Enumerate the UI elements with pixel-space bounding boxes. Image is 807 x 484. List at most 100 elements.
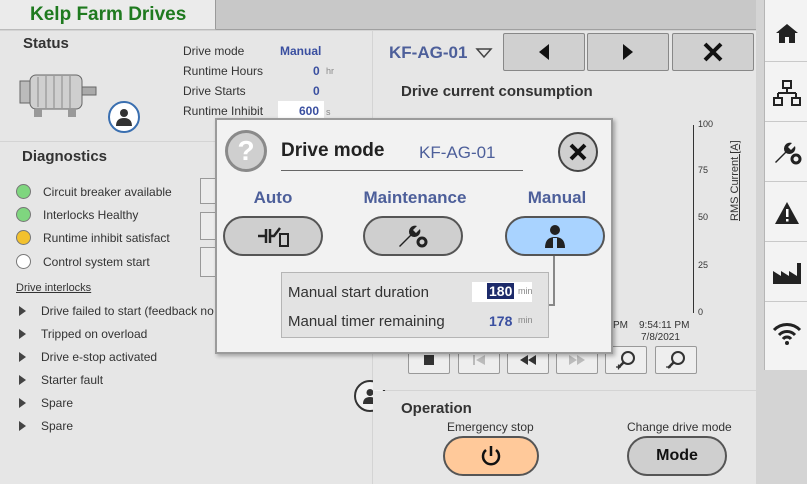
diag-reset-button[interactable]: [200, 212, 216, 240]
x-tick: PM: [613, 320, 628, 331]
skip-start-icon: [473, 355, 485, 365]
auto-mode-button[interactable]: [223, 216, 323, 256]
drive-mode-label: Drive mode: [183, 44, 245, 58]
sidebar-item-home[interactable]: [765, 4, 807, 62]
chevron-down-icon: [475, 48, 494, 59]
sidebar-item-wireless[interactable]: [765, 304, 807, 362]
drive-mode-dialog: ? Drive mode KF-AG-01 Auto Maintenance M…: [215, 118, 613, 354]
manual-timer-value: 178: [489, 313, 513, 329]
top-bar: [216, 0, 756, 30]
sidebar-item-maintenance[interactable]: [765, 124, 807, 182]
manual-mode-indicator: [108, 101, 140, 133]
sidebar-item-plant[interactable]: [765, 244, 807, 302]
interlock-item[interactable]: Starter fault: [16, 373, 103, 387]
home-icon: [775, 23, 798, 43]
status-light: [16, 184, 31, 199]
chart-title: Drive current consumption: [401, 83, 593, 100]
zoom-out-icon: [666, 351, 685, 369]
interlock-label: Drive e-stop activated: [41, 350, 158, 364]
manual-start-duration-field[interactable]: 180 min: [472, 282, 533, 302]
expand-arrow-icon: [19, 421, 26, 431]
zoom-out-button[interactable]: [655, 346, 697, 374]
diag-label: Interlocks Healthy: [43, 207, 139, 222]
drive-id: KF-AG-01: [389, 43, 468, 62]
interlock-item[interactable]: Drive failed to start (feedback no: [16, 304, 214, 318]
change-mode-label: Change drive mode: [627, 420, 732, 434]
runtime-inhibit-value: 600: [299, 104, 320, 118]
x-tick: 7/8/2021: [641, 332, 680, 343]
change-mode-button[interactable]: Mode: [627, 436, 727, 476]
expand-arrow-icon: [19, 398, 26, 408]
sidebar-nav: [764, 0, 807, 370]
mode-label-auto: Auto: [253, 188, 293, 207]
status-title: Status: [23, 35, 69, 52]
diag-reset-button[interactable]: [200, 178, 216, 204]
rewind-icon: [520, 355, 536, 365]
sidebar-item-network[interactable]: [765, 64, 807, 122]
power-icon: [481, 446, 501, 466]
manual-timer-unit: min: [518, 315, 533, 325]
interlock-label: Drive failed to start (feedback no: [41, 304, 214, 318]
runtime-hours-label: Runtime Hours: [183, 64, 264, 78]
status-light: [16, 254, 31, 269]
help-icon: ?: [225, 130, 267, 172]
motor-icon: [19, 74, 97, 117]
app-title: Kelp Farm Drives: [30, 4, 187, 25]
drive-mode-value: Manual: [280, 44, 322, 58]
close-faceplate-button[interactable]: [672, 33, 754, 71]
interlock-item[interactable]: Spare: [16, 396, 73, 410]
previous-drive-button[interactable]: [503, 33, 585, 71]
y-tick: 100: [698, 119, 714, 129]
operation-panel: Operation Emergency stop Change drive mo…: [373, 391, 756, 484]
manual-timer-label: Manual timer remaining: [288, 313, 445, 330]
status-light: [16, 207, 31, 222]
drive-interlocks-title: Drive interlocks: [16, 282, 92, 294]
operation-title: Operation: [401, 400, 472, 417]
diag-interlocks: Interlocks Healthy: [16, 207, 138, 222]
arrow-right-icon: [623, 44, 633, 60]
dialog-close-button[interactable]: [558, 132, 598, 172]
mode-label-manual: Manual: [527, 188, 587, 207]
diag-label: Circuit breaker available: [43, 184, 172, 199]
fast-forward-icon: [569, 355, 585, 365]
drive-starts-label: Drive Starts: [183, 84, 246, 98]
manual-start-duration-label: Manual start duration: [288, 284, 429, 301]
y-tick: 75: [698, 165, 709, 175]
next-drive-button[interactable]: [587, 33, 669, 71]
dialog-title: Drive mode: [281, 140, 385, 161]
network-icon: [772, 79, 801, 106]
diagnostics-title: Diagnostics: [22, 148, 108, 165]
y-tick: 25: [698, 260, 709, 270]
diag-control-start: Control system start: [16, 254, 150, 269]
y-tick: 50: [698, 212, 709, 222]
diag-circuit-breaker: Circuit breaker available: [16, 184, 172, 199]
close-icon: [703, 42, 723, 62]
arrow-left-icon: [539, 44, 549, 60]
expand-arrow-icon: [19, 306, 26, 316]
interlock-label: Tripped on overload: [41, 327, 148, 341]
interlock-item[interactable]: Tripped on overload: [16, 327, 147, 341]
interlock-label: Starter fault: [41, 373, 104, 387]
runtime-hours-value: 0: [313, 64, 320, 78]
factory-icon: [772, 262, 801, 284]
sidebar-item-alarms[interactable]: [765, 184, 807, 242]
manual-settings-box: Manual start duration 180 min Manual tim…: [281, 272, 549, 338]
manual-mode-button[interactable]: [505, 216, 605, 256]
maintenance-mode-button[interactable]: [363, 216, 463, 256]
y-tick: 0: [698, 307, 704, 317]
operator-icon: [545, 225, 565, 248]
manual-start-duration-value: 180: [487, 283, 515, 299]
expand-arrow-icon: [19, 352, 26, 362]
interlock-label: Spare: [41, 396, 74, 410]
wrench-gear-icon: [399, 225, 428, 248]
interlock-item[interactable]: Drive e-stop activated: [16, 350, 157, 364]
emergency-stop-button[interactable]: [443, 436, 539, 476]
warning-icon: [774, 201, 799, 224]
status-light: [16, 230, 31, 245]
drive-selector[interactable]: KF-AG-01: [389, 43, 494, 63]
expand-arrow-icon: [19, 329, 26, 339]
stop-icon: [424, 355, 434, 365]
interlock-item[interactable]: Spare: [16, 419, 73, 433]
diag-reset-button[interactable]: [200, 247, 216, 277]
mode-label-maintenance: Maintenance: [363, 188, 467, 207]
